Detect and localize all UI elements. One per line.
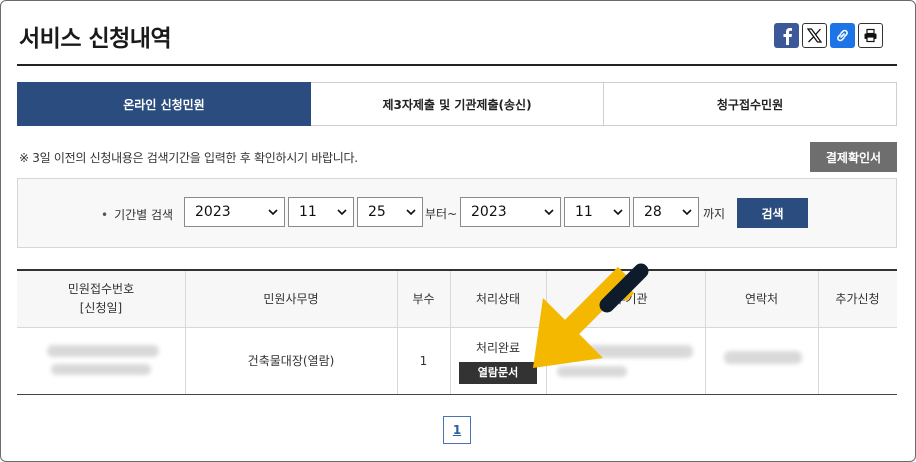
redacted-apply-date	[51, 364, 151, 375]
pointer-arrow-icon	[533, 263, 649, 368]
facebook-icon[interactable]	[774, 23, 799, 48]
chevron-down-icon	[268, 209, 278, 216]
to-day-select[interactable]: 28	[633, 197, 699, 227]
header-contact: 연락처	[744, 291, 779, 306]
search-label-text: 기간별 검색	[114, 208, 174, 222]
header-extra: 추가신청	[835, 291, 880, 306]
from-day-select[interactable]: 25	[357, 197, 423, 227]
row-status-text: 처리완료	[475, 340, 521, 355]
chevron-down-icon	[337, 209, 347, 216]
chevron-down-icon	[544, 209, 554, 216]
service-history-panel: 서비스 신청내역 온라인 신청민원 제3자제출 및 기관제출(송신) 청구접수민…	[0, 0, 916, 462]
chevron-down-icon	[613, 209, 623, 216]
header-copies: 부수	[412, 291, 435, 306]
to-day-value: 28	[644, 204, 662, 220]
table-bottom-border	[17, 394, 897, 395]
row-service: 건축물대장(열람)	[247, 353, 335, 368]
from-year-value: 2023	[195, 204, 231, 220]
chevron-down-icon	[682, 209, 692, 216]
header-receipt-no: 민원접수번호 [신청일]	[17, 271, 185, 327]
header-service: 민원사무명	[263, 291, 319, 306]
search-button[interactable]: 검색	[737, 198, 808, 228]
print-icon[interactable]	[858, 23, 883, 48]
redacted-receipt-no	[47, 345, 159, 357]
from-month-select[interactable]: 11	[288, 197, 354, 227]
x-icon[interactable]	[802, 23, 827, 48]
share-toolbar	[774, 23, 883, 48]
pagination-page[interactable]: 1	[443, 416, 471, 444]
tab-claim-received[interactable]: 청구접수민원	[604, 82, 897, 126]
from-suffix: 부터~	[425, 207, 458, 221]
header-receipt-no-text: 민원접수번호	[67, 282, 135, 296]
from-year-select[interactable]: 2023	[184, 197, 285, 227]
chevron-down-icon	[406, 209, 416, 216]
payment-receipt-button[interactable]: 결제확인서	[810, 142, 897, 172]
to-suffix: 까지	[703, 207, 726, 221]
tab-bar: 온라인 신청민원 제3자제출 및 기관제출(송신) 청구접수민원	[17, 82, 897, 126]
header-apply-date-text: [신청일]	[79, 301, 123, 315]
to-month-select[interactable]: 11	[564, 197, 630, 227]
title-divider	[17, 64, 897, 66]
from-month-value: 11	[299, 204, 317, 220]
notice-text: ※ 3일 이전의 신청내용은 검색기간을 입력한 후 확인하시기 바랍니다.	[19, 151, 358, 165]
link-icon[interactable]	[830, 23, 855, 48]
to-month-value: 11	[575, 204, 593, 220]
page-title: 서비스 신청내역	[19, 26, 172, 52]
to-year-value: 2023	[471, 204, 507, 220]
tab-third-party-submission[interactable]: 제3자제출 및 기관제출(송신)	[311, 82, 604, 126]
search-label: • 기간별 검색	[101, 208, 174, 222]
to-year-select[interactable]: 2023	[460, 197, 561, 227]
tab-online-applications[interactable]: 온라인 신청민원	[17, 82, 311, 126]
row-copies: 1	[419, 353, 428, 368]
from-day-value: 25	[368, 204, 386, 220]
redacted-contact	[724, 351, 802, 364]
